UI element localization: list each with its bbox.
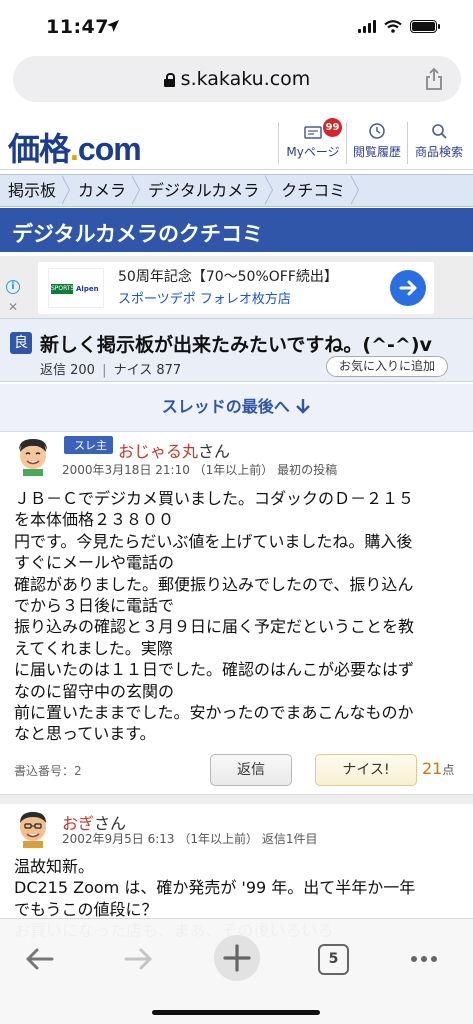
reply-button[interactable]: 返信	[210, 754, 292, 786]
good-thread-badge: 良	[10, 332, 32, 354]
more-icon[interactable]	[404, 939, 444, 979]
forward-icon[interactable]	[118, 939, 158, 979]
thread-stats: 返信 200 | ナイス 877	[40, 363, 182, 378]
header-divider	[346, 122, 347, 164]
lock-icon	[163, 73, 175, 87]
history-label: 閲覧履歴	[352, 145, 401, 159]
browser-toolbar: 5	[0, 918, 473, 1024]
nice-count: ナイス 877	[113, 363, 182, 378]
post-number: 書込番号：2	[14, 764, 82, 778]
signal-icon	[358, 20, 376, 33]
mypage-badge: 99	[323, 118, 342, 137]
header-divider	[278, 122, 279, 164]
avatar	[20, 812, 46, 848]
ad-headline: 50周年記念【70〜50%OFF続出】	[118, 269, 338, 285]
page-title: デジタルカメラのクチコミ	[0, 208, 473, 252]
site-logo[interactable]: 価格.com	[8, 124, 142, 170]
status-time: 11:47	[46, 16, 109, 38]
site-header: 価格.com Myページ 99 閲覧履歴 商品検索	[0, 114, 473, 170]
home-indicator	[152, 1010, 320, 1015]
ad-advertiser: スポーツデポ フォレオ枚方店	[118, 292, 291, 307]
address-bar[interactable]: s.kakaku.com	[13, 56, 461, 102]
post-author[interactable]: おじゃる丸さん	[118, 438, 230, 462]
arrow-right-icon	[399, 280, 417, 296]
thread-header: 良 新しく掲示板が出来たみたいですね。(^-^)v 返信 200 | ナイス 8…	[0, 318, 473, 382]
plus-icon	[223, 944, 251, 972]
ad-info-icon[interactable]: i	[6, 280, 20, 294]
jump-to-end-link[interactable]: スレッドの最後へ	[0, 384, 473, 432]
wifi-icon	[384, 20, 402, 33]
post-meta: 2002年9月5日 6:13 （1年以上前） 返信1件目	[62, 832, 318, 846]
mypage-link[interactable]: Myページ 99	[282, 118, 344, 160]
breadcrumb-item[interactable]: 掲示板	[0, 175, 71, 206]
reply-count: 返信 200	[40, 363, 95, 378]
header-divider	[407, 122, 408, 164]
ad-go-button[interactable]	[390, 270, 426, 306]
search-icon	[432, 124, 447, 139]
post-body: ＪＢ－Ｃでデジカメ買いました。コダックのＤ－２１５ を本体価格２３８００ 円です…	[14, 489, 415, 744]
new-tab-button[interactable]	[214, 935, 260, 981]
mypage-label: Myページ	[286, 145, 340, 159]
ad-banner: i ✕ SPORTS DEPO Alpen 50周年記念【70〜50%OFF続出…	[0, 256, 473, 318]
back-icon[interactable]	[20, 939, 60, 979]
post: スレ主 おじゃる丸さん 2000年3月18日 21:10 （1年以上前） 最初の…	[0, 432, 473, 794]
ad-content[interactable]: SPORTS DEPO Alpen 50周年記念【70〜50%OFF続出】 スポ…	[38, 262, 434, 314]
post: おぎさん 2002年9月5日 6:13 （1年以上前） 返信1件目 温故知新。 …	[0, 804, 473, 940]
mypage-icon	[304, 126, 322, 139]
thread-starter-badge: スレ主	[64, 436, 113, 454]
product-search-link[interactable]: 商品検索	[411, 122, 467, 160]
breadcrumb-item[interactable]: クチコミ	[273, 175, 360, 206]
thread-title: 新しく掲示板が出来たみたいですね。(^-^)v	[40, 334, 432, 356]
status-icons	[358, 20, 440, 33]
battery-icon	[410, 20, 440, 33]
status-bar: 11:47	[0, 0, 473, 50]
breadcrumb: 掲示板 カメラ デジタルカメラ クチコミ	[0, 174, 473, 207]
ad-close-icon[interactable]: ✕	[8, 300, 18, 314]
avatar	[19, 439, 47, 476]
history-link[interactable]: 閲覧履歴	[350, 122, 404, 160]
breadcrumb-item[interactable]: デジタルカメラ	[140, 175, 274, 206]
search-label: 商品検索	[414, 145, 463, 159]
post-meta: 2000年3月18日 21:10 （1年以上前） 最初の投稿	[62, 463, 338, 477]
location-icon	[107, 20, 119, 32]
ad-thumbnail: SPORTS DEPO Alpen	[48, 268, 104, 308]
arrow-down-icon	[296, 399, 311, 414]
nice-score: 21点	[422, 759, 455, 778]
share-icon[interactable]	[425, 68, 443, 90]
post-divider	[0, 794, 473, 804]
tab-switcher-button[interactable]: 5	[318, 944, 349, 975]
add-favorite-button[interactable]: お気に入りに追加	[325, 356, 448, 377]
breadcrumb-item[interactable]: カメラ	[70, 175, 141, 206]
jump-label: スレッドの最後へ	[161, 397, 290, 416]
clock-icon	[369, 123, 385, 139]
nice-button[interactable]: ナイス!	[315, 754, 417, 786]
url-text: s.kakaku.com	[180, 68, 311, 90]
